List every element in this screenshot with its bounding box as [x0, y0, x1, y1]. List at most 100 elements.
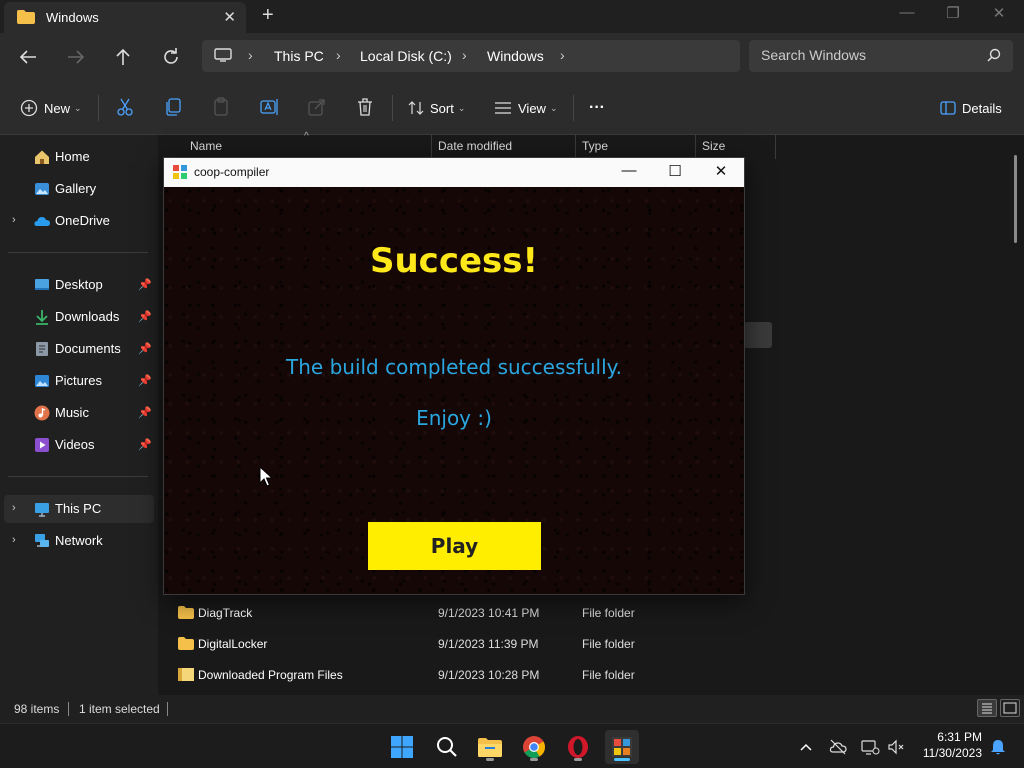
pin-icon[interactable]: 📌 — [138, 310, 152, 323]
sidebar-item-music[interactable]: Music 📌 — [4, 399, 154, 427]
taskbar-coop-compiler[interactable] — [605, 730, 639, 764]
details-button[interactable]: Details — [940, 98, 1002, 118]
start-button[interactable] — [385, 730, 419, 764]
column-divider[interactable] — [431, 135, 432, 159]
notification-bell-icon[interactable] — [988, 737, 1008, 757]
play-button[interactable]: Play — [368, 522, 541, 570]
column-divider[interactable] — [575, 135, 576, 159]
refresh-icon[interactable] — [159, 45, 183, 69]
pin-icon[interactable]: 📌 — [138, 342, 152, 355]
new-button[interactable]: New ⌄ — [20, 98, 82, 118]
column-header-size[interactable]: Size — [702, 139, 725, 153]
column-divider[interactable] — [775, 135, 776, 159]
breadcrumb-separator[interactable]: › — [560, 47, 565, 63]
address-bar[interactable]: › This PC › Local Disk (C:) › Windows › — [202, 40, 740, 72]
pin-icon[interactable]: 📌 — [138, 374, 152, 387]
pin-icon[interactable]: 📌 — [138, 278, 152, 291]
taskbar-chrome[interactable] — [517, 730, 551, 764]
paste-icon[interactable] — [210, 96, 232, 118]
hidden-row-fragment — [744, 322, 772, 348]
tab-label: Windows — [46, 10, 99, 25]
more-options-button[interactable]: ··· — [589, 98, 605, 118]
up-icon[interactable] — [111, 45, 135, 69]
table-row[interactable]: DigitalLocker 9/1/2023 11:39 PM File fol… — [168, 631, 758, 659]
volume-muted-icon[interactable] — [886, 737, 906, 757]
sidebar-item-pictures[interactable]: Pictures 📌 — [4, 367, 154, 395]
breadcrumb-windows[interactable]: Windows — [487, 48, 544, 64]
sort-button[interactable]: Sort ⌄ — [408, 98, 465, 118]
minimize-button[interactable]: — — [884, 4, 930, 21]
divider — [68, 702, 69, 716]
chevron-down-icon: ⌄ — [74, 102, 82, 113]
chevron-up-icon[interactable] — [796, 737, 816, 757]
close-tab-icon[interactable]: ✕ — [223, 8, 236, 26]
dialog-title-bar[interactable]: coop-compiler — ☐ ✕ — [164, 158, 744, 187]
breadcrumb-this-pc[interactable]: This PC — [274, 48, 324, 64]
delete-icon[interactable] — [354, 96, 376, 118]
plus-circle-icon — [20, 99, 38, 117]
taskbar-search-button[interactable] — [429, 730, 463, 764]
search-input[interactable] — [761, 47, 981, 63]
sidebar-item-this-pc[interactable]: › This PC — [4, 495, 154, 523]
pin-icon[interactable]: 📌 — [138, 438, 152, 451]
search-box[interactable] — [749, 40, 1013, 72]
taskbar-file-explorer[interactable] — [473, 730, 507, 764]
mouse-cursor-icon — [259, 466, 273, 487]
table-row[interactable]: DiagTrack 9/1/2023 10:41 PM File folder — [168, 600, 758, 628]
sidebar-item-onedrive[interactable]: › OneDrive — [4, 207, 154, 235]
tiles-view-toggle[interactable] — [1000, 699, 1020, 717]
vertical-scrollbar[interactable] — [1014, 155, 1017, 243]
table-row[interactable]: Downloaded Program Files 9/1/2023 10:28 … — [168, 662, 758, 690]
new-tab-button[interactable]: + — [262, 5, 274, 25]
videos-icon — [35, 438, 49, 452]
details-pane-icon — [940, 101, 956, 115]
success-heading: Success! — [369, 241, 539, 281]
sidebar-item-desktop[interactable]: Desktop 📌 — [4, 271, 154, 299]
column-header-name[interactable]: Name — [190, 139, 222, 153]
running-indicator — [574, 758, 582, 761]
sidebar-item-home[interactable]: Home — [4, 143, 154, 171]
sidebar-item-gallery[interactable]: Gallery — [4, 175, 154, 203]
clock-date: 11/30/2023 — [922, 746, 982, 760]
system-clock[interactable]: 6:31 PM 11/30/2023 — [912, 729, 982, 761]
sidebar-item-network[interactable]: › Network — [4, 527, 154, 555]
coop-compiler-dialog: coop-compiler — ☐ ✕ Success! The build c… — [163, 157, 745, 595]
copy-icon[interactable] — [162, 96, 184, 118]
view-button[interactable]: View ⌄ — [494, 98, 558, 118]
chevron-right-icon[interactable]: › — [12, 534, 16, 546]
column-header-type[interactable]: Type — [582, 139, 608, 153]
dialog-close-button[interactable]: ✕ — [698, 162, 744, 180]
sidebar-item-downloads[interactable]: Downloads 📌 — [4, 303, 154, 331]
sidebar-item-documents[interactable]: Documents 📌 — [4, 335, 154, 363]
cut-icon[interactable] — [114, 96, 136, 118]
network-status-icon[interactable] — [860, 737, 880, 757]
search-icon[interactable] — [987, 48, 1001, 62]
details-view-toggle[interactable] — [977, 699, 997, 717]
tab-windows[interactable]: Windows ✕ — [4, 2, 246, 33]
dialog-maximize-button[interactable]: ☐ — [652, 162, 698, 180]
column-divider[interactable] — [695, 135, 696, 159]
close-window-button[interactable]: ✕ — [976, 4, 1022, 22]
enjoy-message: Enjoy :) — [416, 406, 492, 430]
column-header-date[interactable]: Date modified — [438, 139, 512, 153]
title-bar: Windows ✕ + — ❐ ✕ — [0, 0, 1024, 33]
dialog-minimize-button[interactable]: — — [606, 162, 652, 179]
special-folder-icon — [178, 668, 194, 681]
share-icon[interactable] — [306, 96, 328, 118]
pin-icon[interactable]: 📌 — [138, 406, 152, 419]
forward-icon[interactable] — [64, 45, 88, 69]
breadcrumb-local-disk[interactable]: Local Disk (C:) — [360, 48, 452, 64]
onedrive-offline-icon[interactable] — [828, 737, 848, 757]
chevron-right-icon[interactable]: › — [12, 214, 16, 226]
chevron-right-icon[interactable]: › — [12, 502, 16, 514]
divider — [167, 702, 168, 716]
taskbar-opera[interactable] — [561, 730, 595, 764]
folder-icon — [17, 10, 35, 24]
new-label: New — [44, 100, 71, 116]
navigation-pane: Home Gallery › OneDrive Desktop 📌 Downlo… — [0, 135, 158, 695]
rename-icon[interactable] — [258, 96, 280, 118]
downloads-icon — [36, 310, 48, 325]
back-icon[interactable] — [16, 45, 40, 69]
sidebar-item-videos[interactable]: Videos 📌 — [4, 431, 154, 459]
maximize-button[interactable]: ❐ — [930, 4, 976, 22]
